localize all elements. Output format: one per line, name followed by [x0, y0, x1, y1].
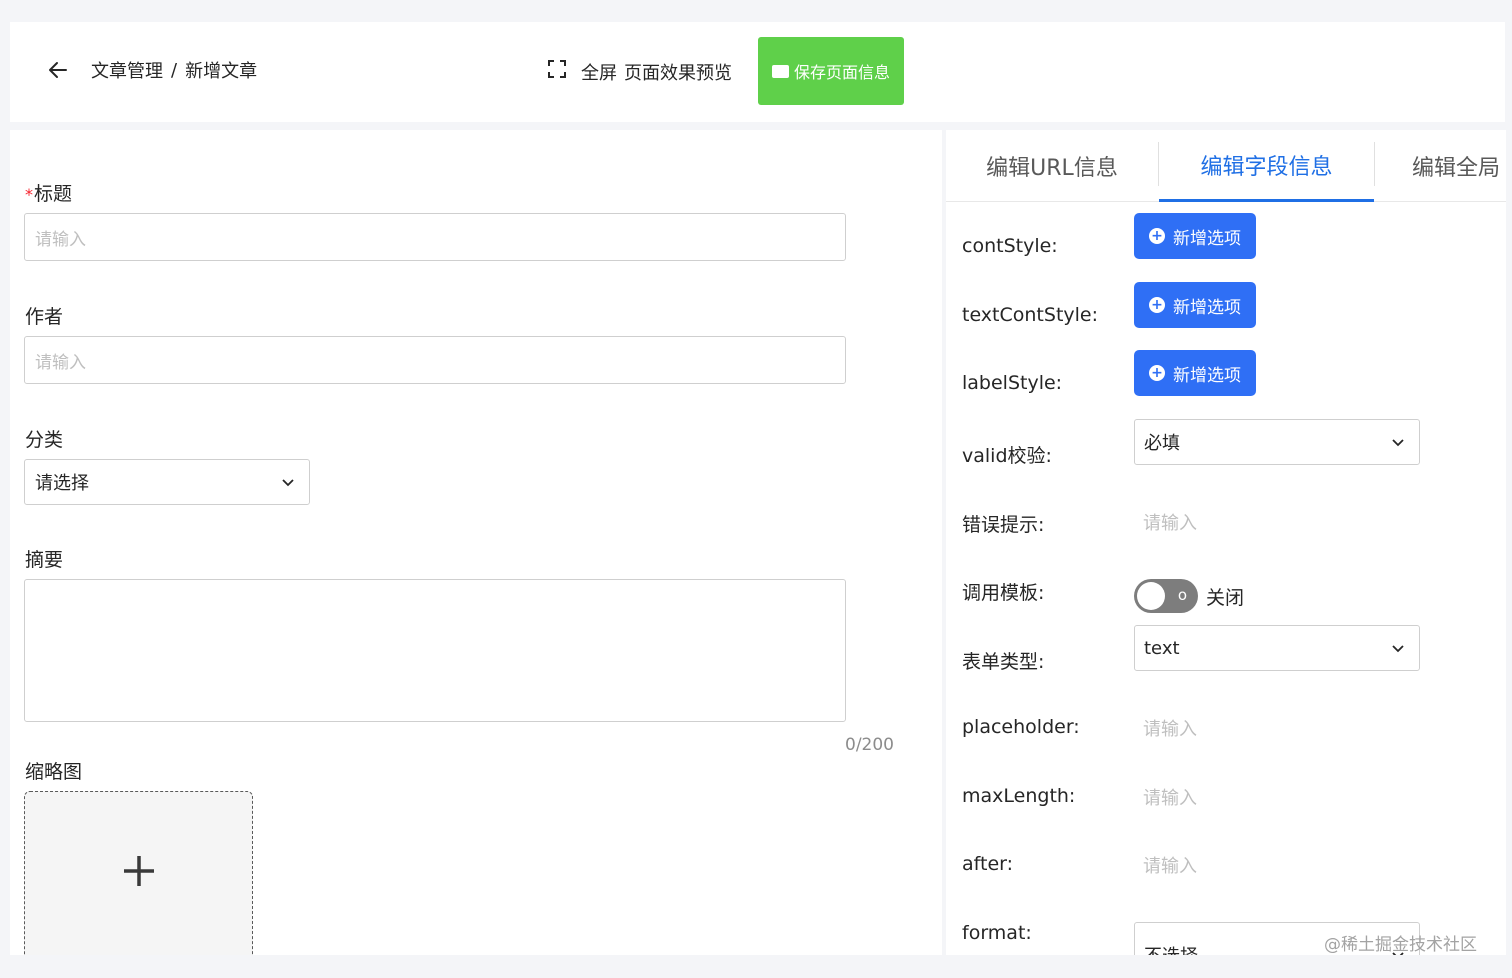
summary-char-counter: 0/200 [845, 735, 894, 755]
template-label: 调用模板: [962, 582, 1045, 604]
category-label: 分类 [25, 429, 64, 451]
chevron-down-icon [282, 479, 294, 487]
placeholder-input-placeholder: 请输入 [1143, 719, 1197, 740]
error-hint-label: 错误提示: [962, 514, 1045, 536]
required-mark: * [25, 185, 33, 204]
maxlength-input-placeholder: 请输入 [1143, 788, 1197, 809]
page-preview-button[interactable]: 页面效果预览 [624, 59, 732, 85]
plus-circle-icon: + [1149, 297, 1165, 313]
author-input-placeholder: 请输入 [35, 352, 86, 373]
config-panel: 编辑URL信息 编辑字段信息 编辑全局 contStyle: + 新增选项 te… [946, 130, 1506, 955]
after-input[interactable]: 请输入 [1134, 845, 1420, 885]
maxlength-input[interactable]: 请输入 [1134, 777, 1420, 817]
tab-edit-url[interactable]: 编辑URL信息 [962, 130, 1142, 202]
form-type-label: 表单类型: [962, 651, 1045, 673]
valid-label: valid校验: [962, 445, 1052, 467]
summary-textarea[interactable] [24, 579, 846, 722]
config-tabs: 编辑URL信息 编辑字段信息 编辑全局 [946, 130, 1506, 202]
labelstyle-add-option-button[interactable]: + 新增选项 [1134, 350, 1256, 396]
format-select-value: 不选择 [1144, 942, 1198, 955]
title-input-placeholder: 请输入 [35, 229, 86, 250]
watermark: @稀土掘金技术社区 [1324, 935, 1477, 955]
plus-circle-icon: + [1149, 228, 1165, 244]
back-arrow-icon[interactable] [46, 58, 70, 82]
placeholder-input[interactable]: 请输入 [1134, 708, 1420, 748]
thumbnail-upload[interactable] [24, 791, 253, 955]
error-hint-placeholder: 请输入 [1143, 513, 1197, 534]
thumbnail-label: 缩略图 [25, 761, 83, 783]
tab-edit-global[interactable]: 编辑全局 [1412, 130, 1506, 202]
labelstyle-label: labelStyle: [962, 372, 1063, 394]
error-hint-input[interactable]: 请输入 [1134, 502, 1420, 542]
title-input[interactable]: 请输入 [24, 213, 846, 261]
title-label: *标题 [25, 183, 73, 205]
add-option-label: 新增选项 [1173, 365, 1241, 386]
article-form-panel: *标题 请输入 作者 请输入 分类 请选择 摘要 0/200 缩略图 [10, 130, 942, 955]
contstyle-add-option-button[interactable]: + 新增选项 [1134, 213, 1256, 259]
placeholder-label: placeholder: [962, 716, 1080, 738]
valid-select[interactable]: 必填 [1134, 419, 1420, 465]
breadcrumb-current: 新增文章 [185, 61, 258, 82]
valid-select-value: 必填 [1144, 433, 1180, 454]
after-input-placeholder: 请输入 [1143, 856, 1197, 877]
author-label: 作者 [25, 306, 64, 328]
chevron-down-icon [1392, 439, 1404, 447]
template-switch-group: o 关闭 [1134, 579, 1244, 613]
maxlength-label: maxLength: [962, 785, 1076, 807]
breadcrumb-separator: / [171, 59, 178, 81]
category-select[interactable]: 请选择 [24, 459, 310, 505]
textcontstyle-label: textContStyle: [962, 304, 1099, 326]
plus-icon [123, 856, 154, 886]
add-option-label: 新增选项 [1173, 228, 1241, 249]
contstyle-label: contStyle: [962, 235, 1058, 257]
template-toggle[interactable]: o [1134, 579, 1198, 613]
save-page-label: 保存页面信息 [793, 63, 890, 82]
after-label: after: [962, 853, 1014, 875]
fullscreen-button[interactable]: 全屏 [581, 59, 617, 85]
breadcrumb-parent[interactable]: 文章管理 [91, 57, 163, 83]
toggle-state-mark: o [1177, 586, 1187, 604]
format-label: format: [962, 922, 1032, 944]
summary-label: 摘要 [25, 549, 64, 571]
plus-circle-icon: + [1149, 365, 1165, 381]
add-option-label: 新增选项 [1173, 297, 1241, 318]
save-icon [771, 64, 789, 78]
tab-divider [1374, 142, 1375, 186]
author-input[interactable]: 请输入 [24, 336, 846, 384]
tab-edit-fields[interactable]: 编辑字段信息 [1159, 130, 1374, 202]
save-page-button[interactable]: 保存页面信息 [758, 37, 904, 105]
textcontstyle-add-option-button[interactable]: + 新增选项 [1134, 282, 1256, 328]
toggle-knob [1137, 582, 1165, 610]
form-type-select-value: text [1144, 637, 1180, 659]
template-toggle-text: 关闭 [1206, 586, 1245, 609]
form-type-select[interactable]: text [1134, 625, 1420, 671]
chevron-down-icon [1392, 645, 1404, 653]
category-select-value: 请选择 [35, 473, 89, 494]
fullscreen-icon[interactable] [547, 59, 567, 79]
breadcrumb: 文章管理 / 新增文章 [91, 57, 257, 83]
